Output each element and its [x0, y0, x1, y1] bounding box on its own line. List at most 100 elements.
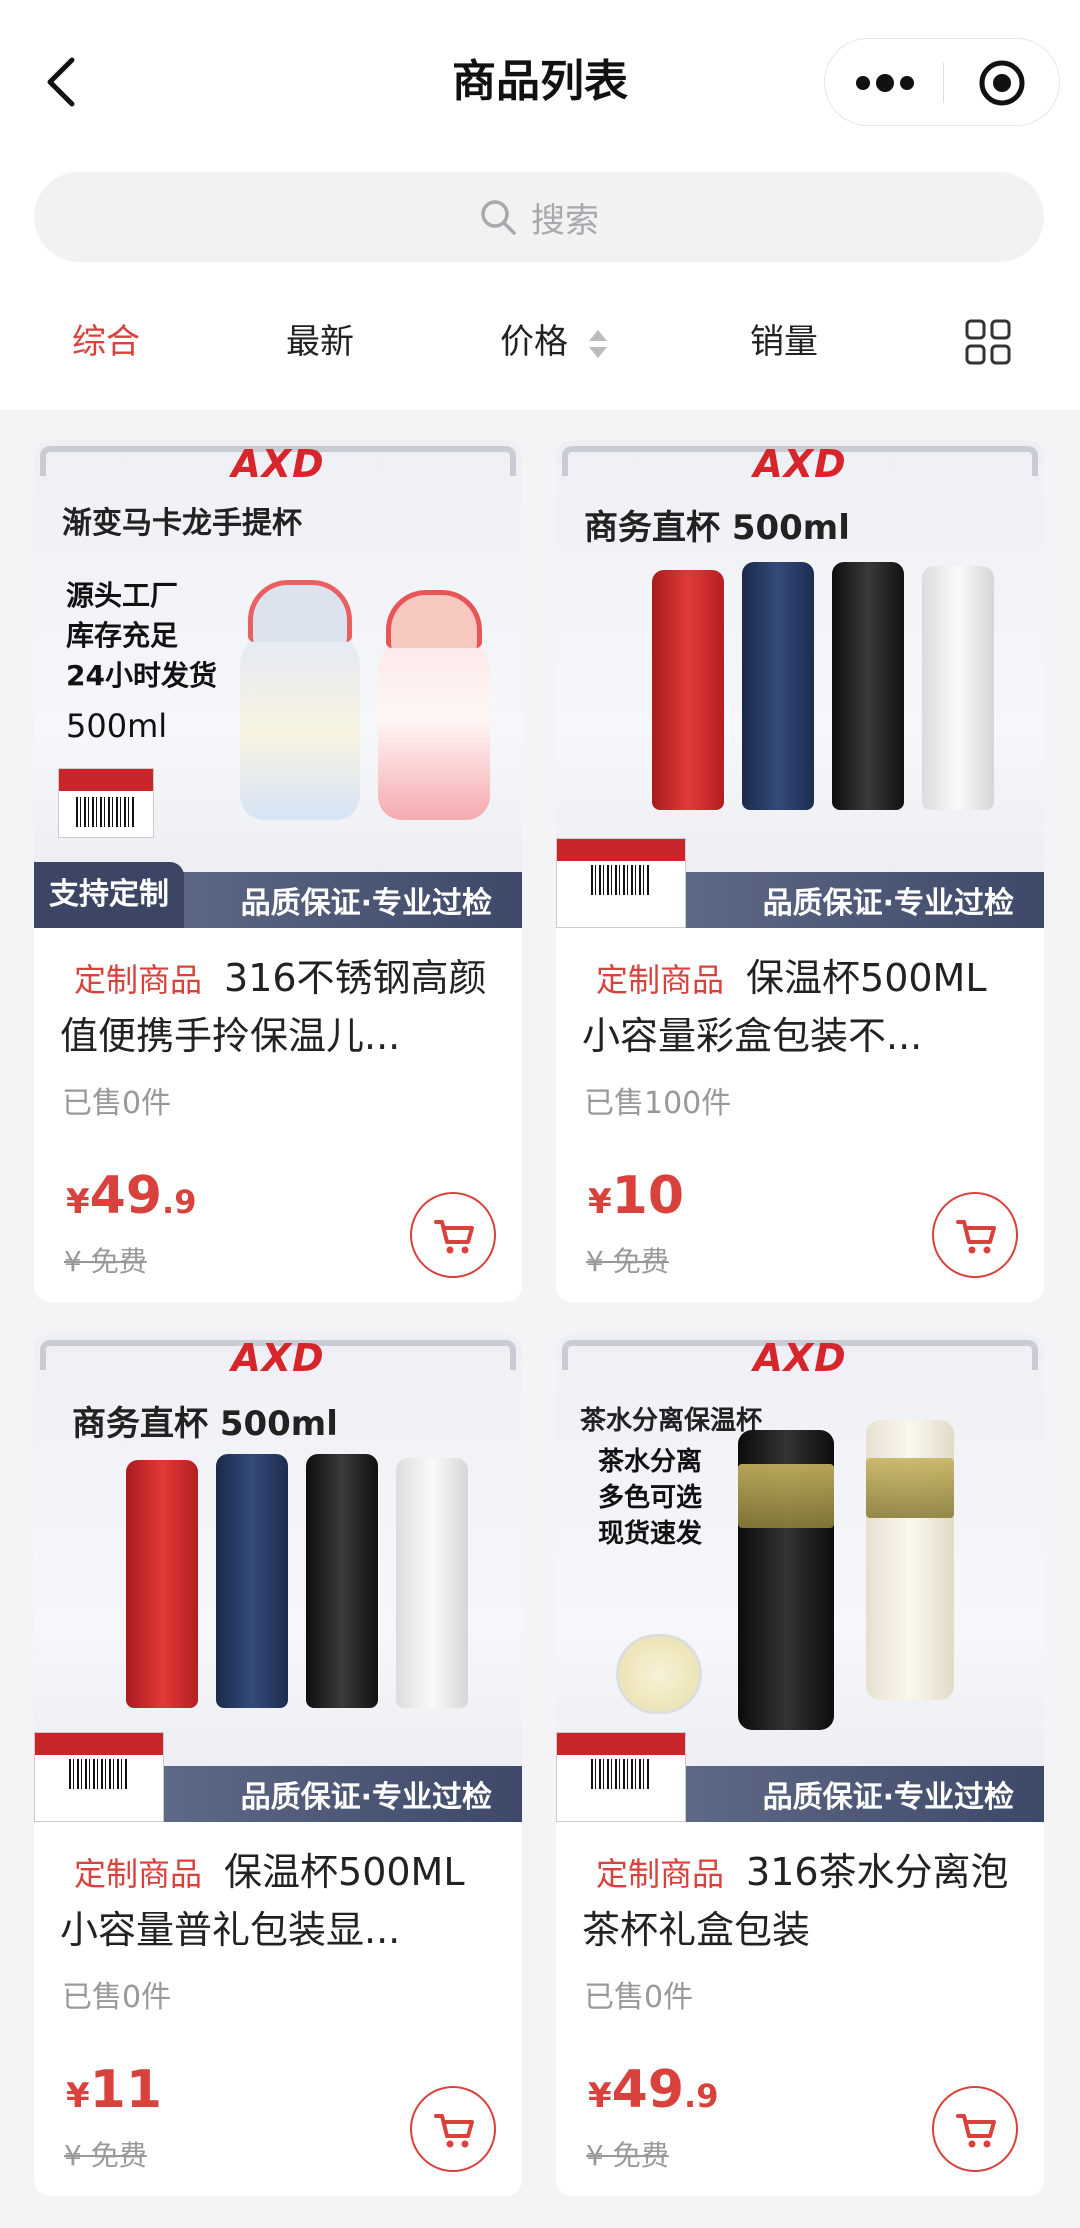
custom-product-tag: 定制商品: [596, 961, 725, 999]
feature-text: 多色可选: [598, 1483, 703, 1513]
sold-count: 已售0件: [62, 1980, 172, 2015]
custom-product-tag: 定制商品: [74, 961, 203, 999]
price: ¥10: [588, 1166, 684, 1226]
product-image: AXD 商务直杯 500ml 品质保证·专业过检: [556, 440, 1044, 928]
bottle-illustration: [216, 1454, 288, 1708]
bottle-illustration: [652, 570, 724, 810]
brand-logo: AXD: [753, 442, 847, 486]
barcode: [591, 1759, 651, 1789]
product-card[interactable]: AXD 商务直杯 500ml 品质保证·专业过检 定制商品 保温杯500ML小容量…: [556, 440, 1044, 1302]
bottle-illustration: [378, 636, 490, 820]
bottle-illustration: [386, 590, 482, 648]
original-price: ¥ 免费: [586, 1245, 669, 1278]
cart-icon: [434, 1220, 474, 1254]
label-tag: [34, 1732, 164, 1822]
cart-icon: [956, 1220, 996, 1254]
bottle-illustration: [738, 1464, 834, 1528]
original-price: ¥ 免费: [586, 2139, 669, 2172]
filter-price[interactable]: 价格: [500, 312, 609, 372]
add-to-cart-button[interactable]: [932, 1192, 1018, 1278]
barcode: [69, 1759, 129, 1789]
feature-text: 现货速发: [598, 1519, 703, 1549]
image-features: 源头工厂 库存充足 24小时发货 500ml: [66, 576, 217, 746]
product-image: AXD 渐变马卡龙手提杯 源头工厂 库存充足 24小时发货 500ml 品质保证…: [34, 440, 522, 928]
bottle-illustration: [306, 1454, 378, 1708]
tag-header: [59, 769, 153, 791]
original-price: ¥ 免费: [64, 1245, 147, 1278]
price-integer: 49: [611, 2060, 685, 2120]
product-name: 定制商品 316不锈钢高颜值便携手拎保温儿...: [60, 950, 500, 1064]
price-integer: 49: [89, 1166, 163, 1226]
sold-count: 已售0件: [584, 1980, 694, 2015]
filter-newest[interactable]: 最新: [286, 312, 354, 372]
feature-text: 24小时发货: [66, 659, 217, 692]
filter-price-label: 价格: [500, 322, 568, 362]
price: ¥49.9: [66, 1166, 196, 1226]
price: ¥49.9: [588, 2060, 718, 2120]
product-name: 定制商品 保温杯500ML小容量普礼包装显...: [60, 1844, 500, 1958]
original-price: ¥ 免费: [64, 2139, 147, 2172]
bottle-illustration: [126, 1460, 198, 1708]
sold-count: 已售100件: [584, 1086, 732, 1121]
feature-text: 库存充足: [66, 619, 179, 652]
add-to-cart-button[interactable]: [410, 1192, 496, 1278]
product-card[interactable]: AXD 茶水分离保温杯 茶水分离 多色可选 现货速发 品质保证·专业过检 定制商…: [556, 1334, 1044, 2196]
barcode: [591, 865, 651, 895]
label-tag: [556, 838, 686, 928]
brand-logo: AXD: [753, 1336, 847, 1380]
quality-text: 品质保证·专业过检: [240, 886, 492, 921]
price-symbol: ¥: [588, 2076, 612, 2116]
bottle-illustration: [742, 562, 814, 810]
price-symbol: ¥: [66, 1182, 90, 1222]
feature-text: 茶水分离: [598, 1447, 703, 1477]
cart-icon: [434, 2114, 474, 2148]
price-decimal: .9: [162, 1183, 197, 1221]
tag-header: [557, 839, 685, 861]
add-to-cart-button[interactable]: [932, 2086, 1018, 2172]
image-features: 茶水分离 多色可选 现货速发: [598, 1444, 702, 1552]
product-image: AXD 商务直杯 500ml 品质保证·专业过检: [34, 1334, 522, 1822]
tag-header: [557, 1733, 685, 1755]
bottle-illustration: [866, 1458, 954, 1518]
bottle-illustration: [248, 580, 352, 642]
record-icon: [979, 60, 1025, 106]
bottle-illustration: [832, 562, 904, 810]
close-mini-program-button[interactable]: [944, 39, 1061, 127]
product-card[interactable]: AXD 商务直杯 500ml 品质保证·专业过检 定制商品 保温杯500ML小容量…: [34, 1334, 522, 2196]
barcode: [76, 797, 136, 827]
grid-view-icon: [965, 319, 1011, 365]
filter-sales[interactable]: 销量: [750, 312, 818, 372]
image-title: 茶水分离保温杯: [580, 1406, 763, 1436]
cart-icon: [956, 2114, 996, 2148]
search-icon: [481, 200, 516, 235]
bottle-illustration: [240, 630, 360, 820]
volume-text: 500ml: [66, 707, 168, 745]
bottle-illustration: [922, 566, 994, 810]
label-tag: [556, 1732, 686, 1822]
sold-count: 已售0件: [62, 1086, 172, 1121]
image-title: 商务直杯 500ml: [584, 508, 850, 548]
price-symbol: ¥: [588, 1182, 612, 1222]
quality-text: 品质保证·专业过检: [240, 1780, 492, 1815]
product-card[interactable]: AXD 渐变马卡龙手提杯 源头工厂 库存充足 24小时发货 500ml 品质保证…: [34, 440, 522, 1302]
feature-text: 源头工厂: [66, 579, 179, 612]
search-input[interactable]: 搜索: [34, 172, 1044, 262]
price-integer: 10: [611, 1166, 685, 1226]
search-placeholder: 搜索: [531, 200, 599, 241]
bottle-illustration: [616, 1634, 702, 1714]
nav-bar: 商品列表: [0, 0, 1080, 165]
bottle-illustration: [396, 1458, 468, 1708]
more-button[interactable]: [825, 39, 943, 127]
brand-logo: AXD: [231, 1336, 325, 1380]
mini-program-capsule: [824, 38, 1060, 126]
filter-comprehensive[interactable]: 综合: [72, 312, 140, 372]
add-to-cart-button[interactable]: [410, 2086, 496, 2172]
product-name: 定制商品 保温杯500ML小容量彩盒包装不...: [582, 950, 1022, 1064]
price-decimal: .9: [684, 2077, 719, 2115]
custom-product-tag: 定制商品: [74, 1855, 203, 1893]
filter-bar: 综合 最新 价格 销量: [0, 300, 1080, 390]
brand-logo: AXD: [231, 442, 325, 486]
product-image: AXD 茶水分离保温杯 茶水分离 多色可选 现货速发 品质保证·专业过检: [556, 1334, 1044, 1822]
grid-view-button[interactable]: [964, 318, 1012, 366]
sort-arrows-icon: [588, 329, 607, 358]
